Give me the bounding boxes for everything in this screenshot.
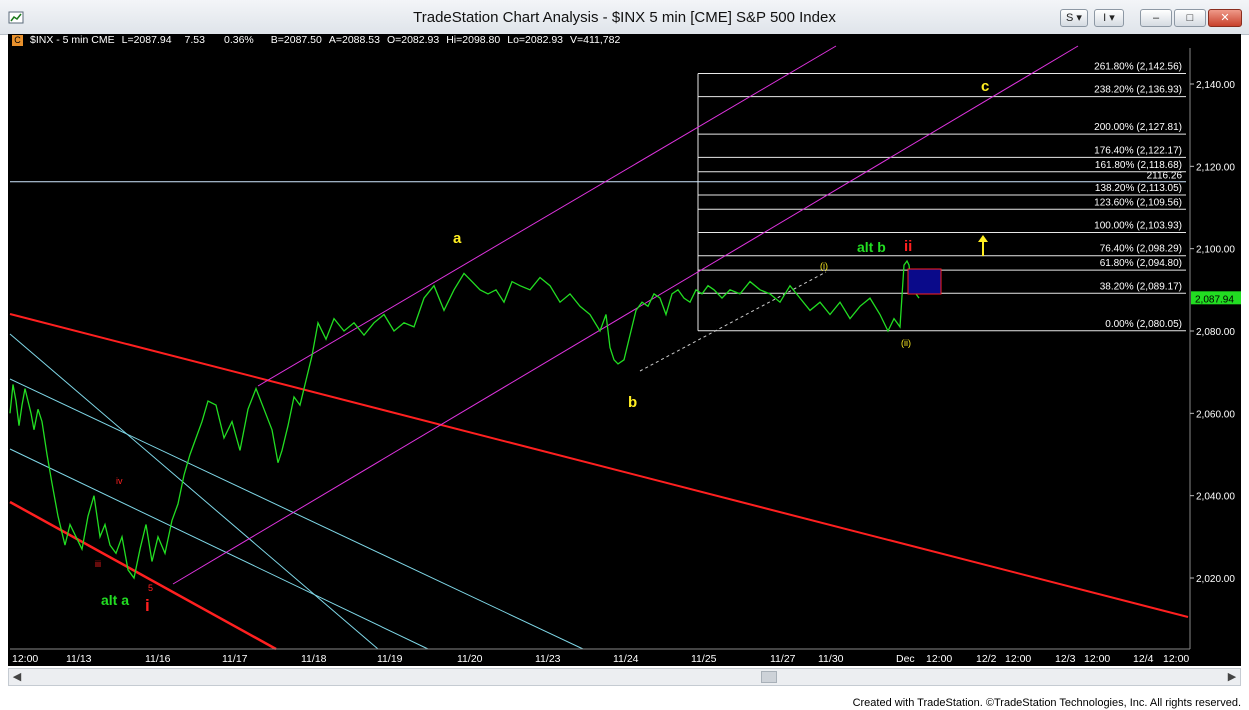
chart-badge[interactable]: C <box>12 35 23 46</box>
fib-level-label: 123.60% (2,109.56) <box>1094 197 1182 208</box>
x-tick-label: 11/13 <box>66 653 92 665</box>
x-tick-label: 11/16 <box>145 653 171 665</box>
info-pct: 0.36% <box>223 34 254 46</box>
wave-label-red-iii: iii <box>95 559 101 569</box>
wave-label-red-5: 5 <box>148 583 153 593</box>
i-menu-button[interactable]: I ▾ <box>1094 9 1124 27</box>
fib-level-label: 238.20% (2,136.93) <box>1094 85 1182 96</box>
info-low: Lo=2082.93 <box>507 34 564 46</box>
x-tick-label: 12/3 <box>1055 653 1076 665</box>
y-tick-label: 2,060.00 <box>1196 409 1235 420</box>
maximize-button[interactable]: □ <box>1174 9 1206 27</box>
info-high: Hi=2098.80 <box>446 34 501 46</box>
fib-level-label: 176.40% (2,122.17) <box>1094 145 1182 156</box>
horizontal-level-label: 2116.26 <box>1147 171 1183 182</box>
x-tick-label: 11/27 <box>770 653 796 665</box>
x-tick-label: 12/4 <box>1133 653 1154 665</box>
price-chart[interactable]: 261.80% (2,142.56) 238.20% (2,136.93) 200.… <box>8 34 1241 666</box>
copyright-footer: Created with TradeStation. ©TradeStation… <box>852 697 1241 709</box>
x-tick-label: 11/25 <box>691 653 717 665</box>
fib-level-label: 0.00% (2,080.05) <box>1105 319 1182 330</box>
wave-label-red-i: i <box>145 596 150 615</box>
fib-level-label: 138.20% (2,113.05) <box>1095 183 1182 194</box>
s-menu-label: S <box>1066 12 1074 24</box>
x-tick-label: Dec <box>896 653 915 665</box>
fib-level-label: 200.00% (2,127.81) <box>1094 122 1182 133</box>
info-ask: A=2088.53 <box>328 34 380 46</box>
y-tick-label: 2,020.00 <box>1196 574 1235 585</box>
wave-label-red-iv: iv <box>116 476 123 486</box>
wave-label-small-i: (i) <box>820 261 828 271</box>
info-last: L=2087.94 <box>121 34 172 46</box>
x-tick-label: 11/30 <box>818 653 844 665</box>
x-tick-label: 11/17 <box>222 653 248 665</box>
wave-label-c: c <box>981 78 989 95</box>
fib-level-label: 100.00% (2,103.93) <box>1094 220 1182 231</box>
last-price-label: 2,087.94 <box>1195 294 1234 305</box>
fib-level-label: 61.80% (2,094.80) <box>1100 258 1182 269</box>
info-open: O=2082.93 <box>386 34 440 46</box>
symbol-info-row: C $INX - 5 min CME L=2087.94 7.53 0.36% B=208… <box>8 34 627 48</box>
wave-label-alt-a: alt a <box>101 592 129 608</box>
info-symbol: $INX - 5 min CME <box>30 34 115 46</box>
fib-level-label: 261.80% (2,142.56) <box>1094 61 1182 72</box>
y-tick-label: 2,040.00 <box>1196 492 1235 503</box>
x-tick-label: 11/23 <box>535 653 561 665</box>
wave-label-a: a <box>453 230 462 247</box>
scroll-right-icon[interactable]: ▶ <box>1224 669 1240 685</box>
i-menu-label: I <box>1103 12 1107 24</box>
info-volume: V=411,782 <box>570 34 621 46</box>
x-tick-label: 11/20 <box>457 653 483 665</box>
x-tick-label: 12:00 <box>1163 653 1189 665</box>
wave-label-red-ii: ii <box>904 238 912 255</box>
wave-label-alt-b: alt b <box>857 239 886 255</box>
y-tick-label: 2,100.00 <box>1196 245 1235 256</box>
s-menu-button[interactable]: S ▾ <box>1060 9 1088 27</box>
title-bar: TradeStation Chart Analysis - $INX 5 min… <box>0 0 1249 35</box>
x-tick-label: 12:00 <box>1084 653 1110 665</box>
minimize-icon: – <box>1152 12 1160 24</box>
minimize-button[interactable]: – <box>1140 9 1172 27</box>
info-bid: B=2087.50 <box>270 34 322 46</box>
y-tick-label: 2,080.00 <box>1196 327 1235 338</box>
chart-area[interactable]: 261.80% (2,142.56) 238.20% (2,136.93) 200.… <box>8 34 1241 666</box>
scroll-thumb[interactable] <box>761 671 777 683</box>
wave-label-small-ii: (ii) <box>901 338 911 348</box>
wave-label-b: b <box>628 394 637 411</box>
maximize-icon: □ <box>1186 12 1194 24</box>
fib-level-label: 161.80% (2,118.68) <box>1095 160 1182 171</box>
x-tick-label: 12:00 <box>926 653 952 665</box>
fib-level-label: 76.40% (2,098.29) <box>1100 244 1182 255</box>
x-tick-label: 11/19 <box>377 653 403 665</box>
x-tick-label: 11/24 <box>613 653 639 665</box>
horizontal-scrollbar[interactable]: ◀ ▶ <box>8 668 1241 686</box>
y-tick-label: 2,140.00 <box>1196 80 1235 91</box>
y-tick-label: 2,120.00 <box>1196 162 1235 173</box>
fib-level-label: 38.20% (2,089.17) <box>1100 281 1182 292</box>
close-icon: ✕ <box>1220 12 1230 24</box>
info-change: 7.53 <box>184 34 205 46</box>
x-tick-label: 12:00 <box>1005 653 1031 665</box>
x-tick-label: 11/18 <box>301 653 327 665</box>
x-tick-label: 12/2 <box>976 653 997 665</box>
blue-target-box <box>907 268 942 295</box>
scroll-left-icon[interactable]: ◀ <box>9 669 25 685</box>
close-button[interactable]: ✕ <box>1208 9 1242 27</box>
x-tick-label: 12:00 <box>12 653 38 665</box>
